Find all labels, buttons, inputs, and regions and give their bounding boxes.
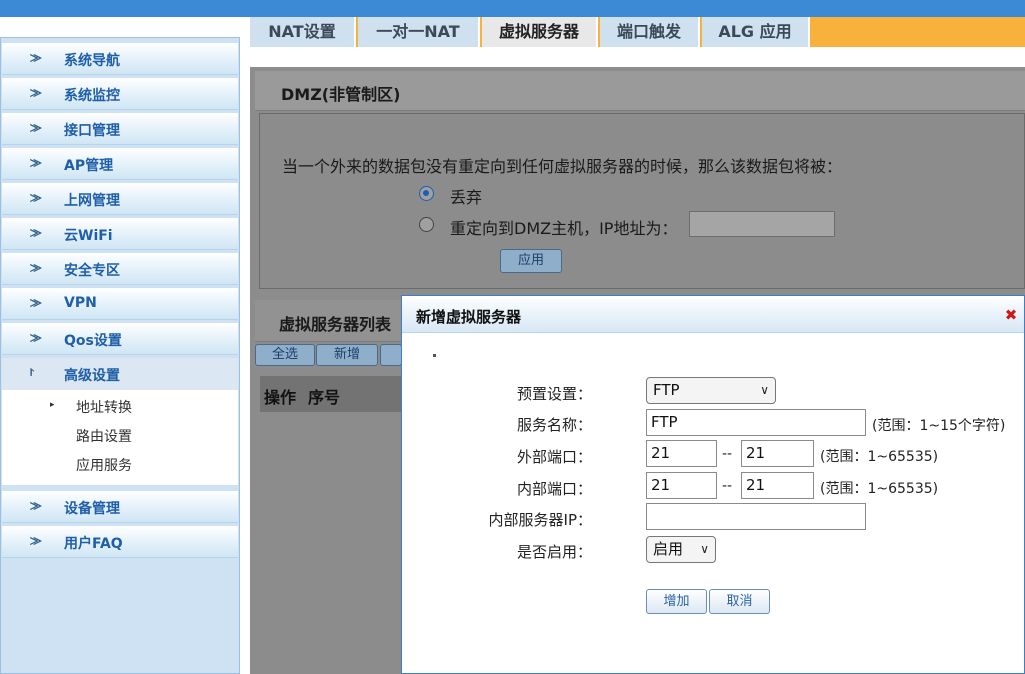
preset-label: 预置设置：	[516, 385, 592, 403]
sidebar: ⨠ 系统导航 ⨠ 系统监控 ⨠ 接口管理 ⨠ AP管理 ⨠ 上网管理 ⨠ 云Wi…	[0, 17, 244, 674]
radio-redirect-label: 重定向到DMZ主机，IP地址为：	[450, 219, 678, 238]
sidebar-item-cloud-wifi[interactable]: ⨠ 云WiFi	[2, 218, 238, 250]
ext-port-start-input[interactable]: 21	[646, 440, 717, 467]
confirm-add-button[interactable]: 增加	[646, 589, 707, 614]
double-chevron-icon: ⨠	[30, 158, 42, 169]
chevron-down-icon: ∨	[760, 383, 769, 397]
dmz-apply-button[interactable]: 应用	[500, 249, 562, 273]
sidebar-item-label: 上网管理	[64, 193, 120, 209]
int-port-label: 内部端口：	[516, 480, 592, 498]
sidebar-item-advanced[interactable]: ⨡ 高级设置	[2, 358, 238, 390]
dialog-titlebar: 新增虚拟服务器 ✖	[402, 296, 1024, 333]
close-icon[interactable]: ✖	[1004, 308, 1018, 323]
double-chevron-icon: ⨠	[30, 193, 42, 204]
vs-table-header: 操作 序号	[260, 376, 410, 412]
double-chevron-icon: ⨠	[30, 123, 42, 134]
sidebar-item-vpn[interactable]: ⨠ VPN	[2, 288, 238, 320]
enable-select-value: 启用	[653, 540, 684, 558]
cancel-button[interactable]: 取消	[709, 589, 770, 614]
sidebar-item-ap[interactable]: ⨠ AP管理	[2, 148, 238, 180]
dmz-header: DMZ(非管制区)	[255, 71, 1025, 111]
sidebar-item-label: AP管理	[64, 158, 114, 174]
select-all-button[interactable]: 全选	[255, 344, 315, 366]
dialog-title: 新增虚拟服务器	[416, 308, 522, 326]
radio-redirect[interactable]	[419, 217, 434, 232]
chevron-down-icon: ⨡	[30, 368, 34, 379]
double-chevron-icon: ⨠	[30, 228, 42, 239]
col-action: 操作	[264, 388, 297, 407]
tab-alg[interactable]: ALG 应用	[702, 17, 810, 47]
dot-marker	[433, 354, 436, 357]
ext-port-label: 外部端口：	[516, 448, 592, 466]
preset-select[interactable]: FTP ∨	[646, 377, 776, 404]
sidebar-item-qos[interactable]: ⨠ Qos设置	[2, 323, 238, 355]
sidebar-item-label: 系统监控	[64, 88, 120, 104]
submenu-item-nat[interactable]: 地址转换	[76, 397, 132, 417]
tab-bar: NAT设置 一对一NAT 虚拟服务器 端口触发 ALG 应用	[250, 17, 1025, 47]
dmz-title: DMZ(非管制区)	[281, 85, 401, 104]
dmz-panel	[259, 113, 1025, 289]
submenu-item-app-service[interactable]: 应用服务	[76, 455, 132, 475]
int-port-hint: (范围：1~65535)	[820, 481, 939, 497]
preset-select-value: FTP	[653, 381, 680, 399]
double-chevron-icon: ⨠	[30, 501, 42, 512]
sidebar-item-label: 用户FAQ	[64, 536, 123, 552]
double-chevron-icon: ⨠	[30, 53, 42, 64]
ext-port-end-input[interactable]: 21	[741, 440, 814, 467]
add-virtual-server-dialog: 新增虚拟服务器 ✖ 预置设置： FTP ∨ 服务名称： FTP (范围：1~15…	[401, 295, 1025, 674]
dmz-description: 当一个外来的数据包没有重定向到任何虚拟服务器的时候，那么该数据包将被：	[282, 157, 843, 176]
sidebar-item-device[interactable]: ⨠ 设备管理	[2, 491, 238, 523]
sidebar-item-internet[interactable]: ⨠ 上网管理	[2, 183, 238, 215]
submenu-item-routing[interactable]: 路由设置	[76, 426, 132, 446]
sidebar-item-label: 安全专区	[64, 263, 120, 279]
radio-drop-label: 丢弃	[450, 188, 483, 207]
sidebar-item-label: 接口管理	[64, 123, 120, 139]
tab-virtual-server[interactable]: 虚拟服务器	[482, 17, 598, 47]
sidebar-item-label: VPN	[64, 295, 97, 311]
int-port-start-input[interactable]: 21	[646, 472, 717, 499]
range-separator: --	[722, 446, 733, 462]
server-ip-input[interactable]	[646, 503, 866, 530]
toolbar-button-hidden[interactable]	[380, 344, 402, 366]
sidebar-item-system-monitor[interactable]: ⨠ 系统监控	[2, 78, 238, 110]
double-chevron-icon: ⨠	[30, 298, 42, 309]
add-button[interactable]: 新增	[316, 344, 378, 366]
range-separator: --	[722, 478, 733, 494]
chevron-down-icon: ∨	[700, 542, 709, 556]
sidebar-item-interface[interactable]: ⨠ 接口管理	[2, 113, 238, 145]
int-port-end-input[interactable]: 21	[741, 472, 814, 499]
tab-port-trigger[interactable]: 端口触发	[600, 17, 700, 47]
service-name-input[interactable]: FTP	[646, 409, 866, 436]
vs-list-title: 虚拟服务器列表	[279, 315, 392, 334]
tab-nat-settings[interactable]: NAT设置	[250, 17, 356, 47]
sidebar-item-label: 系统导航	[64, 53, 120, 69]
server-ip-label: 内部服务器IP：	[488, 511, 592, 529]
service-name-hint: (范围：1~15个字符)	[872, 418, 1006, 434]
bullet-icon: ▸	[50, 400, 55, 410]
tab-one-to-one-nat[interactable]: 一对一NAT	[358, 17, 480, 47]
ext-port-hint: (范围：1~65535)	[820, 449, 939, 465]
sidebar-item-label: Qos设置	[64, 333, 122, 349]
double-chevron-icon: ⨠	[30, 536, 42, 547]
sidebar-item-system-nav[interactable]: ⨠ 系统导航	[2, 43, 238, 75]
sidebar-item-security[interactable]: ⨠ 安全专区	[2, 253, 238, 285]
double-chevron-icon: ⨠	[30, 88, 42, 99]
top-bar	[0, 0, 1025, 17]
sidebar-item-label: 云WiFi	[64, 228, 113, 244]
enable-select[interactable]: 启用 ∨	[646, 536, 716, 563]
sidebar-item-label: 设备管理	[64, 501, 120, 517]
sidebar-item-label: 高级设置	[64, 368, 120, 384]
radio-drop[interactable]	[419, 186, 434, 201]
double-chevron-icon: ⨠	[30, 333, 42, 344]
enable-label: 是否启用：	[516, 543, 592, 561]
service-name-label: 服务名称：	[516, 416, 592, 434]
sidebar-item-faq[interactable]: ⨠ 用户FAQ	[2, 526, 238, 558]
double-chevron-icon: ⨠	[30, 263, 42, 274]
dmz-ip-input[interactable]	[689, 211, 835, 237]
col-index: 序号	[308, 388, 341, 407]
